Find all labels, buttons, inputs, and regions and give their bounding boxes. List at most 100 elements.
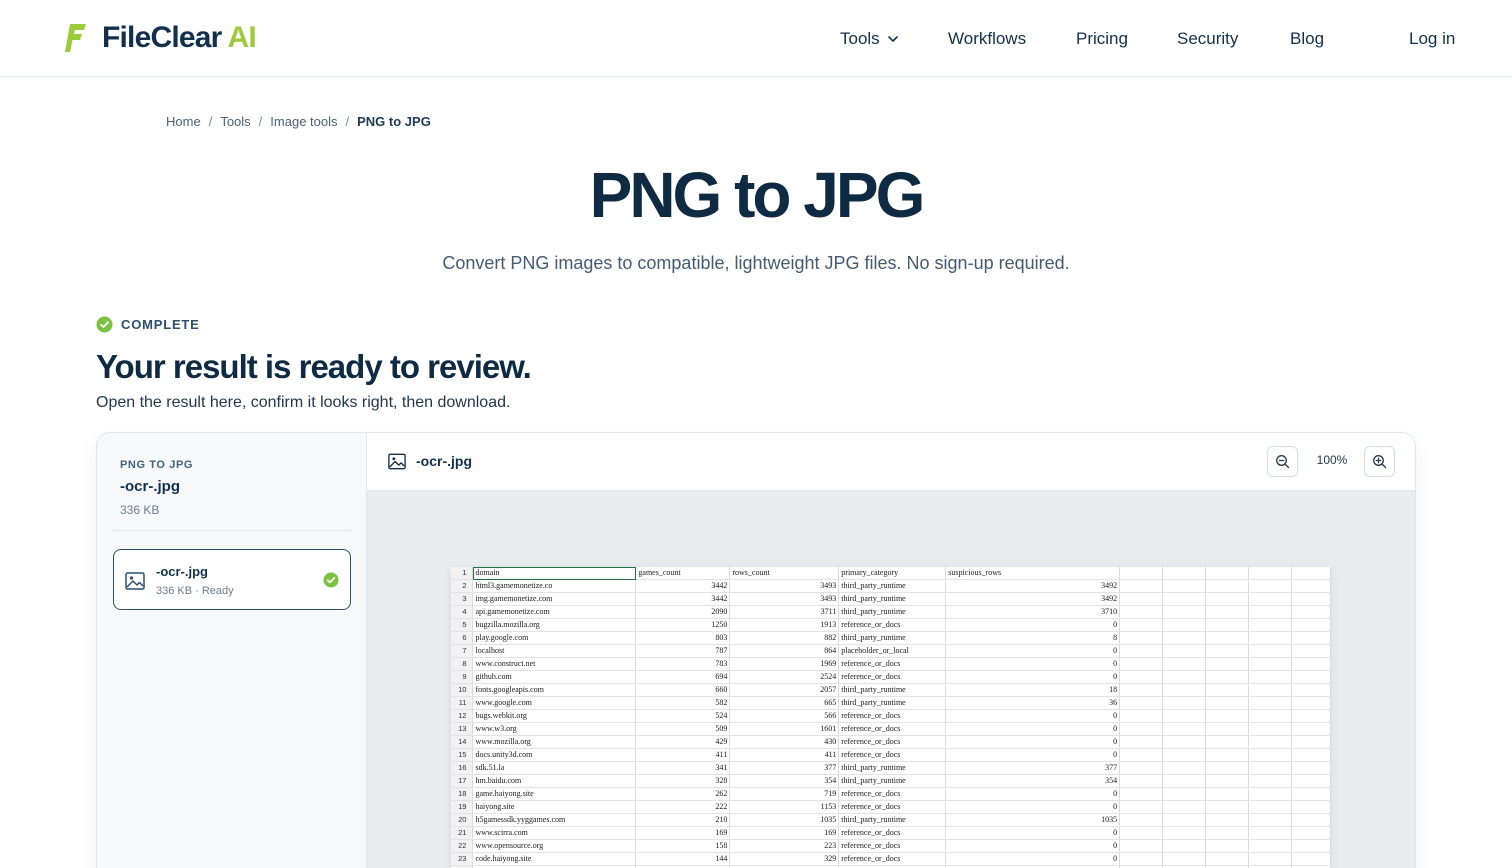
- sheet-cell: h5gamessdk.yyggames.com: [472, 813, 637, 827]
- sheet-cell: 787: [635, 644, 731, 658]
- sheet-empty-cell: [1291, 722, 1331, 736]
- sheet-cell: 354: [945, 774, 1121, 788]
- sheet-empty-cell: [1291, 787, 1331, 801]
- nav-workflows[interactable]: Workflows: [948, 26, 1026, 52]
- sheet-cell: 783: [635, 657, 731, 671]
- sheet-cell: bugzilla.mozilla.org: [472, 618, 637, 632]
- row-number: 23: [451, 852, 474, 866]
- zoom-in-button[interactable]: [1364, 446, 1395, 477]
- breadcrumb-separator: /: [208, 113, 213, 129]
- sheet-empty-cell: [1248, 670, 1292, 684]
- sheet-empty-cell: [1205, 592, 1249, 606]
- sheet-empty-cell: [1162, 683, 1207, 697]
- sheet-cell: 3493: [729, 592, 840, 606]
- sheet-cell: third_party_runtime: [838, 683, 947, 697]
- sheet-row: 5 bugzilla.mozilla.org 1250 1913 reference_o…: [451, 618, 1331, 632]
- zoom-in-icon: [1373, 455, 1387, 469]
- sidebar-divider: [113, 530, 351, 531]
- sheet-empty-cell: [1248, 618, 1292, 632]
- sheet-empty-cell: [1205, 748, 1249, 762]
- sheet-cell: 0: [945, 618, 1121, 632]
- sheet-cell: 1153: [729, 800, 840, 814]
- image-canvas[interactable]: 1 domain games_count rows_count primary_cate…: [367, 491, 1415, 868]
- nav-tools-label: Tools: [840, 29, 880, 48]
- sheet-empty-cell: [1162, 631, 1207, 645]
- sheet-empty-cell: [1119, 748, 1164, 762]
- sheet-cell: reference_or_docs: [838, 787, 947, 801]
- sheet-empty-cell: [1291, 605, 1331, 619]
- logo-text: FileClear AI: [102, 21, 257, 54]
- sheet-empty-cell: [1205, 852, 1249, 866]
- nav-pricing[interactable]: Pricing: [1076, 26, 1128, 52]
- sheet-cell: 0: [945, 748, 1121, 762]
- sheet-cell: reference_or_docs: [838, 800, 947, 814]
- sheet-cell: 0: [945, 644, 1121, 658]
- zoom-out-button[interactable]: [1267, 446, 1298, 477]
- sheet-empty-cell: [1291, 631, 1331, 645]
- sheet-cell: 0: [945, 787, 1121, 801]
- check-circle-icon: [323, 572, 339, 588]
- row-number: 5: [451, 618, 474, 632]
- sheet-empty-cell: [1248, 735, 1292, 749]
- login-link[interactable]: Log in: [1409, 26, 1455, 52]
- converted-image-preview: 1 domain games_count rows_count primary_cate…: [451, 567, 1331, 868]
- breadcrumb-image-tools[interactable]: Image tools: [270, 114, 337, 129]
- breadcrumb-home[interactable]: Home: [166, 114, 201, 129]
- sheet-cell: www.opensource.org: [472, 839, 637, 853]
- sheet-header-cell: suspicious_rows: [945, 567, 1121, 580]
- nav-security[interactable]: Security: [1177, 26, 1238, 52]
- sheet-empty-cell: [1291, 774, 1331, 788]
- sheet-empty-cell: [1291, 761, 1331, 775]
- row-number: 15: [451, 748, 474, 762]
- sheet-empty-cell: [1205, 670, 1249, 684]
- sheet-cell: third_party_runtime: [838, 605, 947, 619]
- sheet-empty-cell: [1119, 813, 1164, 827]
- row-number: 2: [451, 579, 474, 593]
- sheet-cell: www.construct.net: [472, 657, 637, 671]
- sheet-row: 22 www.opensource.org 158 223 reference_or_d…: [451, 839, 1331, 853]
- sheet-cell: 169: [729, 826, 840, 840]
- zoom-level: 100%: [1316, 453, 1348, 467]
- sheet-cell: third_party_runtime: [838, 813, 947, 827]
- sheet-empty-cell: [1205, 683, 1249, 697]
- sheet-empty-cell: [1248, 644, 1292, 658]
- status-badge: COMPLETE: [96, 315, 200, 333]
- sheet-empty-cell: [1162, 826, 1207, 840]
- sheet-cell: 1969: [729, 657, 840, 671]
- logo[interactable]: FileClear AI: [64, 21, 257, 54]
- row-number: 17: [451, 774, 474, 788]
- sheet-empty-cell: [1119, 696, 1164, 710]
- breadcrumb-tools[interactable]: Tools: [220, 114, 250, 129]
- sheet-cell: fonts.googleapis.com: [472, 683, 637, 697]
- sheet-empty-cell: [1119, 852, 1164, 866]
- sheet-empty-cell: [1291, 735, 1331, 749]
- sheet-cell: 430: [729, 735, 840, 749]
- sheet-cell: 3442: [635, 579, 731, 593]
- sheet-empty-cell: [1162, 761, 1207, 775]
- sheet-cell: 144: [635, 852, 731, 866]
- sheet-empty-cell: [1291, 813, 1331, 827]
- sheet-cell: 1250: [635, 618, 731, 632]
- status-label: COMPLETE: [121, 316, 200, 332]
- sheet-row: 16 sdk.51.la 341 377 third_party_runtime 377: [451, 761, 1331, 775]
- sheet-cell: 1601: [729, 722, 840, 736]
- logo-mark-icon: [65, 24, 86, 52]
- sheet-cell: 582: [635, 696, 731, 710]
- sheet-cell: third_party_runtime: [838, 761, 947, 775]
- row-number: 8: [451, 657, 474, 671]
- file-list-item[interactable]: -ocr-.jpg 336 KB · Ready: [113, 549, 351, 610]
- sheet-empty-cell: [1248, 839, 1292, 853]
- row-number: 12: [451, 709, 474, 723]
- row-number: 3: [451, 592, 474, 606]
- sheet-row: 9 github.com 694 2524 reference_or_docs 0: [451, 670, 1331, 684]
- sheet-empty-cell: [1162, 579, 1207, 593]
- sheet-empty-cell: [1162, 567, 1207, 580]
- nav-blog[interactable]: Blog: [1290, 26, 1324, 52]
- sheet-cell: third_party_runtime: [838, 696, 947, 710]
- nav-tools[interactable]: Tools: [840, 26, 900, 52]
- row-number: 20: [451, 813, 474, 827]
- result-subtitle: Open the result here, confirm it looks r…: [96, 394, 511, 411]
- sheet-empty-cell: [1119, 567, 1164, 580]
- spreadsheet-table: 1 domain games_count rows_count primary_cate…: [451, 567, 1331, 868]
- row-number: 22: [451, 839, 474, 853]
